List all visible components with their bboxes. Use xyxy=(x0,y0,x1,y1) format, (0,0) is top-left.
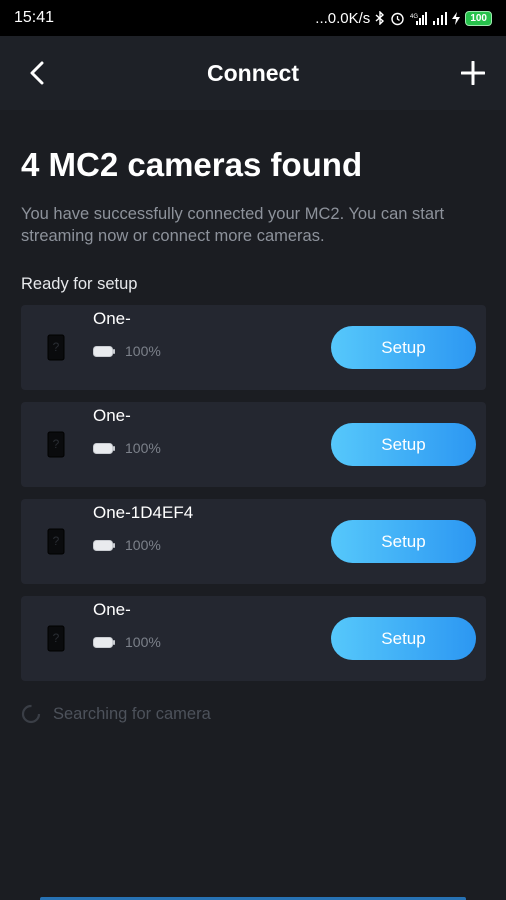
status-icons: ...0.0K/s 4G 100 xyxy=(315,10,492,27)
setup-button[interactable]: Setup xyxy=(331,326,476,369)
camera-battery: 100% xyxy=(93,634,161,650)
charging-icon xyxy=(452,11,461,25)
phone-device-icon: ? xyxy=(47,334,65,366)
setup-button[interactable]: Setup xyxy=(331,617,476,660)
camera-card: ? One- 100% Setup xyxy=(21,305,486,390)
ready-for-setup-label: Ready for setup xyxy=(21,275,138,293)
page-title: Connect xyxy=(207,59,299,86)
connection-description: You have successfully connected your MC2… xyxy=(21,205,445,245)
svg-text:?: ? xyxy=(53,534,60,548)
chevron-left-icon xyxy=(30,61,44,85)
searching-status: Searching for camera xyxy=(21,704,211,724)
back-button[interactable] xyxy=(22,58,52,88)
add-camera-button[interactable] xyxy=(458,58,488,88)
phone-device-icon: ? xyxy=(47,625,65,657)
camera-battery: 100% xyxy=(93,440,161,456)
camera-name: One- xyxy=(93,309,131,328)
battery-icon xyxy=(93,539,115,551)
status-bar: 15:41 ...0.0K/s 4G 100 xyxy=(0,0,506,36)
bluetooth-icon xyxy=(375,11,385,25)
plus-icon xyxy=(461,61,485,85)
setup-button[interactable]: Setup xyxy=(331,520,476,563)
wifi-icon xyxy=(433,11,448,25)
camera-list: ? One- 100% Setup ? One- 100% Setup ? On… xyxy=(21,305,486,693)
alarm-icon xyxy=(390,11,405,26)
camera-name: One- xyxy=(93,406,131,425)
setup-button[interactable]: Setup xyxy=(331,423,476,466)
battery-icon xyxy=(93,345,115,357)
spinner-icon xyxy=(21,704,41,724)
app-bar: Connect xyxy=(0,36,506,110)
battery-icon xyxy=(93,636,115,648)
camera-card: ? One-1D4EF4 100% Setup xyxy=(21,499,486,584)
camera-name: One- xyxy=(93,600,131,619)
camera-name: One-1D4EF4 xyxy=(93,503,194,522)
svg-text:?: ? xyxy=(53,631,60,645)
svg-text:4G: 4G xyxy=(410,14,418,20)
status-time: 15:41 xyxy=(14,9,55,26)
phone-device-icon: ? xyxy=(47,528,65,560)
battery-icon xyxy=(93,442,115,454)
camera-battery: 100% xyxy=(93,537,161,553)
battery-icon: 100 xyxy=(465,10,492,26)
svg-text:?: ? xyxy=(53,340,60,354)
network-speed: ...0.0K/s xyxy=(315,9,371,27)
camera-card: ? One- 100% Setup xyxy=(21,596,486,681)
cameras-found-heading: 4 MC2 cameras found xyxy=(21,146,363,183)
svg-text:?: ? xyxy=(53,437,60,451)
searching-text: Searching for camera xyxy=(53,704,211,723)
signal-icon: 4G xyxy=(410,11,428,25)
camera-card: ? One- 100% Setup xyxy=(21,402,486,487)
phone-device-icon: ? xyxy=(47,431,65,463)
camera-battery: 100% xyxy=(93,343,161,359)
